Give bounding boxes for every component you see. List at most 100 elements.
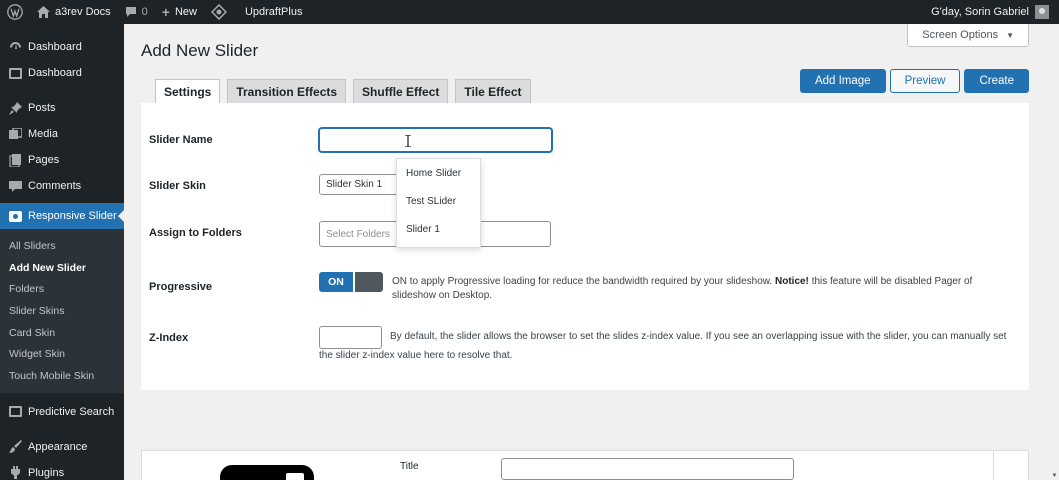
comment-bubble-icon: [125, 6, 137, 18]
wordpress-icon: [7, 4, 23, 20]
submenu-item-touch-mobile-skin[interactable]: Touch Mobile Skin: [0, 365, 124, 387]
a3-dashboard-icon: [8, 66, 22, 80]
sidebar-item-label: Predictive Search: [28, 405, 115, 418]
sidebar-item-appearance[interactable]: Appearance: [0, 434, 124, 460]
media-icon: [8, 127, 22, 141]
avatar: [1035, 5, 1049, 19]
zindex-description-line2: the slider z-index value here to resolve…: [319, 350, 513, 361]
slider-icon: [8, 209, 22, 223]
pin-icon: [8, 101, 22, 115]
submenu-item-card-skin[interactable]: Card Skin: [0, 322, 124, 344]
assign-folders-placeholder: Select Folders: [326, 228, 390, 240]
add-image-button[interactable]: Add Image: [799, 69, 886, 93]
panel-divider: [993, 451, 994, 480]
updraftplus-icon: [210, 4, 227, 20]
sidebar-item-dashboard[interactable]: Dashboard: [0, 34, 124, 60]
submenu-item-all-sliders[interactable]: All Sliders: [0, 235, 124, 257]
sidebar-item-plugins[interactable]: Plugins: [0, 460, 124, 480]
slide-title-input[interactable]: [501, 458, 794, 480]
main-content: Add New Slider Screen Options ▼ Settings…: [124, 24, 1059, 480]
new-content-link[interactable]: + New: [155, 0, 204, 24]
zindex-input[interactable]: [319, 326, 382, 349]
sidebar-item-comments[interactable]: Comments: [0, 173, 124, 199]
slide-editor-panel: Title: [141, 450, 1029, 480]
progressive-desc-text-2: this feature will be disabled Pager of: [811, 276, 973, 287]
submenu-item-add-new-slider[interactable]: Add New Slider: [0, 257, 124, 279]
home-icon: [37, 6, 50, 18]
sidebar-item-label: Media: [28, 128, 58, 140]
new-label: New: [174, 6, 197, 18]
text-cursor-icon: [405, 135, 411, 147]
settings-tabs: Settings Transition Effects Shuffle Effe…: [155, 79, 538, 104]
updraftplus-label: UpdraftPlus: [244, 6, 303, 18]
sidebar-item-label: Pages: [28, 154, 60, 166]
updraftplus-link[interactable]: UpdraftPlus: [204, 0, 309, 24]
slider-name-input[interactable]: [319, 128, 552, 152]
dashboard-icon: [8, 40, 22, 54]
sidebar-item-label: Plugins: [28, 466, 65, 479]
comments-link[interactable]: 0: [118, 0, 155, 24]
page-scrollbar[interactable]: ▼: [1050, 24, 1059, 480]
sidebar-item-a3-dashboard[interactable]: Dashboard: [0, 60, 124, 86]
slider-name-label: Slider Name: [149, 134, 213, 146]
slider-skin-label: Slider Skin: [149, 180, 206, 192]
brush-icon: [8, 440, 22, 454]
scroll-down-arrow-icon[interactable]: ▼: [1050, 471, 1059, 480]
submenu-item-slider-skins[interactable]: Slider Skins: [0, 300, 124, 322]
site-name: a3rev Docs: [55, 6, 111, 18]
comment-icon: [8, 179, 22, 193]
progressive-desc-text: ON to apply Progressive loading for redu…: [392, 276, 773, 287]
zindex-label: Z-Index: [149, 332, 189, 344]
action-buttons: Add Image Preview Create: [796, 69, 1029, 93]
sidebar-item-label: Dashboard: [28, 41, 82, 53]
admin-bar: a3rev Docs 0 + New UpdraftPlus G'day, So…: [0, 0, 1059, 24]
assign-folders-label: Assign to Folders: [149, 227, 242, 239]
screen-options-button[interactable]: Screen Options ▼: [907, 24, 1029, 47]
sidebar-item-responsive-slider[interactable]: Responsive Slider: [0, 203, 124, 229]
sidebar-item-label: Responsive Slider: [28, 210, 117, 222]
page-title: Add New Slider: [141, 41, 259, 60]
tab-tile-effect[interactable]: Tile Effect: [455, 79, 531, 103]
plus-icon: +: [161, 4, 170, 20]
progressive-toggle[interactable]: ON: [319, 272, 383, 292]
create-button[interactable]: Create: [964, 69, 1029, 93]
comments-count: 0: [141, 6, 148, 18]
toggle-on-label: ON: [319, 272, 353, 292]
user-greeting: G'day, Sorin Gabriel: [931, 6, 1029, 18]
sidebar-item-label: Comments: [28, 180, 82, 192]
progressive-desc-text-3: slideshow on Desktop.: [392, 290, 493, 301]
submenu-item-widget-skin[interactable]: Widget Skin: [0, 343, 124, 365]
pages-icon: [8, 153, 22, 167]
caret-down-icon: ▼: [1006, 30, 1014, 40]
sidebar-item-posts[interactable]: Posts: [0, 95, 124, 121]
sidebar-item-pages[interactable]: Pages: [0, 147, 124, 173]
sidebar-item-label: Dashboard: [28, 67, 82, 79]
tab-shuffle-effect[interactable]: Shuffle Effect: [353, 79, 449, 103]
autocomplete-item[interactable]: Slider 1: [397, 215, 480, 243]
autocomplete-item[interactable]: Home Slider: [397, 159, 480, 187]
toggle-off-area: [353, 272, 383, 292]
search-plugin-icon: [8, 405, 22, 419]
user-account-link[interactable]: G'day, Sorin Gabriel: [931, 0, 1059, 24]
slider-name-autocomplete: Home Slider Test SLider Slider 1: [396, 158, 481, 248]
site-name-link[interactable]: a3rev Docs: [30, 0, 118, 24]
slide-title-label: Title: [400, 461, 419, 472]
slider-skin-value: Slider Skin 1: [326, 179, 383, 190]
tab-settings[interactable]: Settings: [155, 79, 221, 104]
zindex-description-line1: By default, the slider allows the browse…: [390, 331, 1007, 342]
progressive-label: Progressive: [149, 281, 212, 293]
autocomplete-item[interactable]: Test SLider: [397, 187, 480, 215]
progressive-desc-notice: Notice!: [775, 276, 809, 287]
progressive-description: ON to apply Progressive loading for redu…: [392, 275, 1022, 303]
responsive-slider-submenu: All Sliders Add New Slider Folders Slide…: [0, 229, 124, 393]
sidebar-item-predictive-search[interactable]: Predictive Search: [0, 399, 124, 425]
sidebar-item-media[interactable]: Media: [0, 121, 124, 147]
plugin-icon: [8, 466, 22, 480]
settings-panel: Slider Name Slider Skin Slider Skin 1 As…: [141, 103, 1029, 390]
submenu-item-folders[interactable]: Folders: [0, 278, 124, 300]
wordpress-logo[interactable]: [0, 0, 30, 24]
tab-transition-effects[interactable]: Transition Effects: [227, 79, 347, 103]
sidebar-item-label: Appearance: [28, 440, 88, 453]
camera-icon: [220, 465, 314, 480]
preview-button[interactable]: Preview: [889, 69, 961, 93]
